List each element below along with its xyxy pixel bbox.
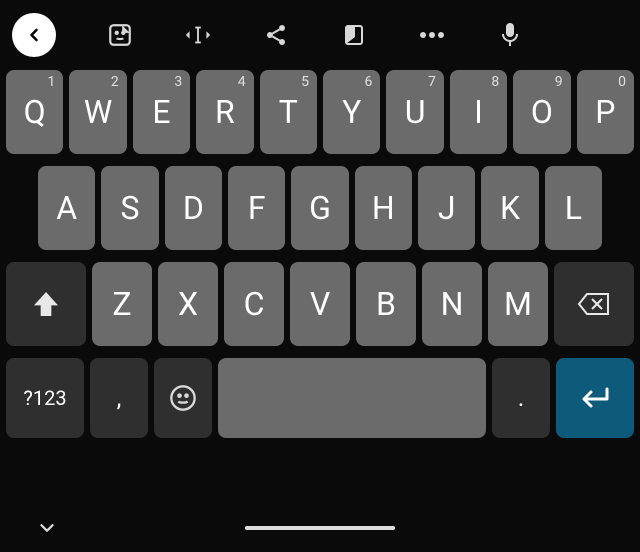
- one-handed-icon: [342, 23, 366, 47]
- key-v[interactable]: V: [290, 262, 350, 346]
- key-row-4: ?123 , .: [6, 358, 634, 438]
- chevron-left-icon: [24, 25, 44, 45]
- key-u[interactable]: 7U: [386, 70, 443, 154]
- chevron-down-icon: [36, 517, 58, 539]
- onehand-button[interactable]: [340, 21, 368, 49]
- key-t[interactable]: 5T: [260, 70, 317, 154]
- key-d[interactable]: D: [165, 166, 222, 250]
- key-o[interactable]: 9O: [513, 70, 570, 154]
- more-icon: [419, 31, 445, 39]
- key-w[interactable]: 2W: [69, 70, 126, 154]
- key-i[interactable]: 8I: [450, 70, 507, 154]
- emoji-icon: [169, 384, 197, 412]
- key-n[interactable]: N: [422, 262, 482, 346]
- period-key[interactable]: .: [492, 358, 550, 438]
- key-e[interactable]: 3E: [133, 70, 190, 154]
- microphone-icon: [500, 22, 520, 48]
- key-p[interactable]: 0P: [577, 70, 634, 154]
- shift-icon: [30, 288, 62, 320]
- back-button[interactable]: [12, 13, 56, 57]
- key-s[interactable]: S: [101, 166, 158, 250]
- sticker-icon: [107, 22, 133, 48]
- enter-icon: [579, 385, 611, 411]
- key-row-2: A S D F G H J K L: [6, 166, 634, 250]
- enter-key[interactable]: [556, 358, 634, 438]
- text-cursor-icon: [184, 23, 212, 47]
- sticker-button[interactable]: [106, 21, 134, 49]
- nav-bar: [0, 504, 640, 552]
- keyboard-toolbar: [0, 0, 640, 70]
- key-f[interactable]: F: [228, 166, 285, 250]
- key-l[interactable]: L: [545, 166, 602, 250]
- share-icon: [264, 23, 288, 47]
- key-b[interactable]: B: [356, 262, 416, 346]
- backspace-key[interactable]: [554, 262, 634, 346]
- cursor-button[interactable]: [184, 21, 212, 49]
- key-k[interactable]: K: [481, 166, 538, 250]
- space-key[interactable]: [218, 358, 486, 438]
- comma-key[interactable]: ,: [90, 358, 148, 438]
- key-a[interactable]: A: [38, 166, 95, 250]
- mic-button[interactable]: [496, 21, 524, 49]
- key-z[interactable]: Z: [92, 262, 152, 346]
- symbols-key[interactable]: ?123: [6, 358, 84, 438]
- nav-back-button[interactable]: [36, 517, 58, 539]
- key-y[interactable]: 6Y: [323, 70, 380, 154]
- shift-key[interactable]: [6, 262, 86, 346]
- emoji-key[interactable]: [154, 358, 212, 438]
- more-button[interactable]: [418, 21, 446, 49]
- key-c[interactable]: C: [224, 262, 284, 346]
- share-button[interactable]: [262, 21, 290, 49]
- backspace-icon: [577, 291, 611, 317]
- key-row-3: Z X C V B N M: [6, 262, 634, 346]
- key-g[interactable]: G: [291, 166, 348, 250]
- key-r[interactable]: 4R: [196, 70, 253, 154]
- key-h[interactable]: H: [355, 166, 412, 250]
- keyboard: 1Q 2W 3E 4R 5T 6Y 7U 8I 9O 0P A S D F G …: [0, 70, 640, 438]
- key-x[interactable]: X: [158, 262, 218, 346]
- key-row-1: 1Q 2W 3E 4R 5T 6Y 7U 8I 9O 0P: [6, 70, 634, 154]
- key-m[interactable]: M: [488, 262, 548, 346]
- key-j[interactable]: J: [418, 166, 475, 250]
- key-q[interactable]: 1Q: [6, 70, 63, 154]
- nav-handle[interactable]: [245, 526, 395, 530]
